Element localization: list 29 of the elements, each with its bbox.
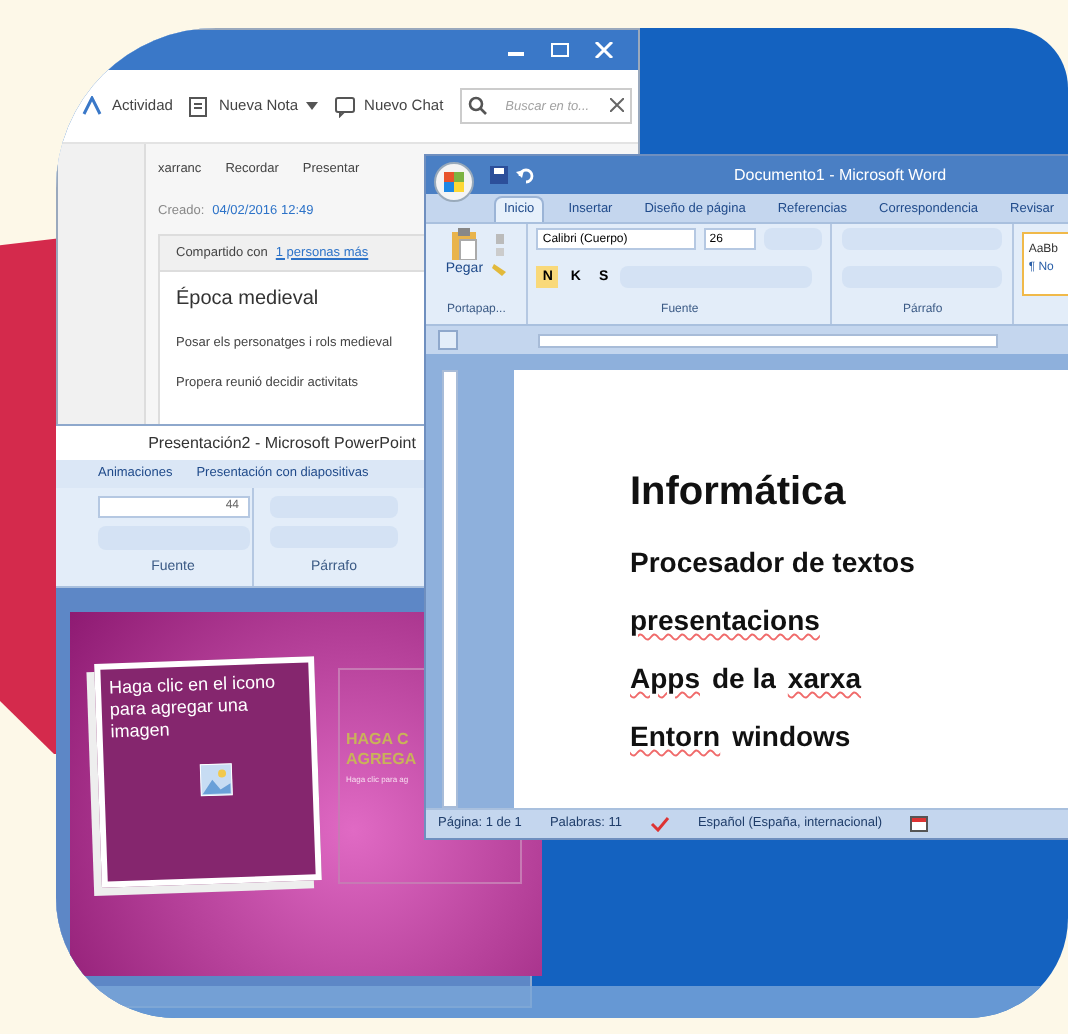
caret-icon xyxy=(306,102,319,110)
note-icon xyxy=(188,95,211,117)
document-text: Entorn xyxy=(630,718,721,754)
document-text: xarxa xyxy=(787,660,861,696)
title-text: HAGA C xyxy=(346,730,409,750)
document-text: Apps xyxy=(630,660,700,696)
undo-icon xyxy=(516,166,534,184)
document-heading: Informática xyxy=(630,470,846,514)
image-icon xyxy=(199,763,233,797)
document-text: Procesador de textos xyxy=(630,544,915,580)
document-text: presentacions xyxy=(630,602,820,638)
activity-icon xyxy=(82,95,104,117)
note-title: Época medieval xyxy=(176,284,319,315)
document-text: de la xyxy=(712,660,776,696)
chat-icon xyxy=(334,95,357,117)
window-title: Documento1 - Microsoft Word xyxy=(734,163,947,187)
clipboard-icon xyxy=(450,228,479,260)
save-icon xyxy=(490,166,508,184)
close-icon xyxy=(594,42,614,58)
brush-icon xyxy=(491,232,508,277)
placeholder-text: Haga clic en el icono para agregar una imagen xyxy=(108,670,278,744)
ruler-corner xyxy=(438,330,458,350)
proofing-icon xyxy=(649,816,670,832)
maximize-icon xyxy=(550,42,570,58)
clear-icon xyxy=(609,98,624,112)
document-text: windows xyxy=(732,718,851,754)
title-text: AGREGA xyxy=(346,750,417,770)
macro-icon xyxy=(910,816,929,832)
search-icon xyxy=(467,96,488,116)
